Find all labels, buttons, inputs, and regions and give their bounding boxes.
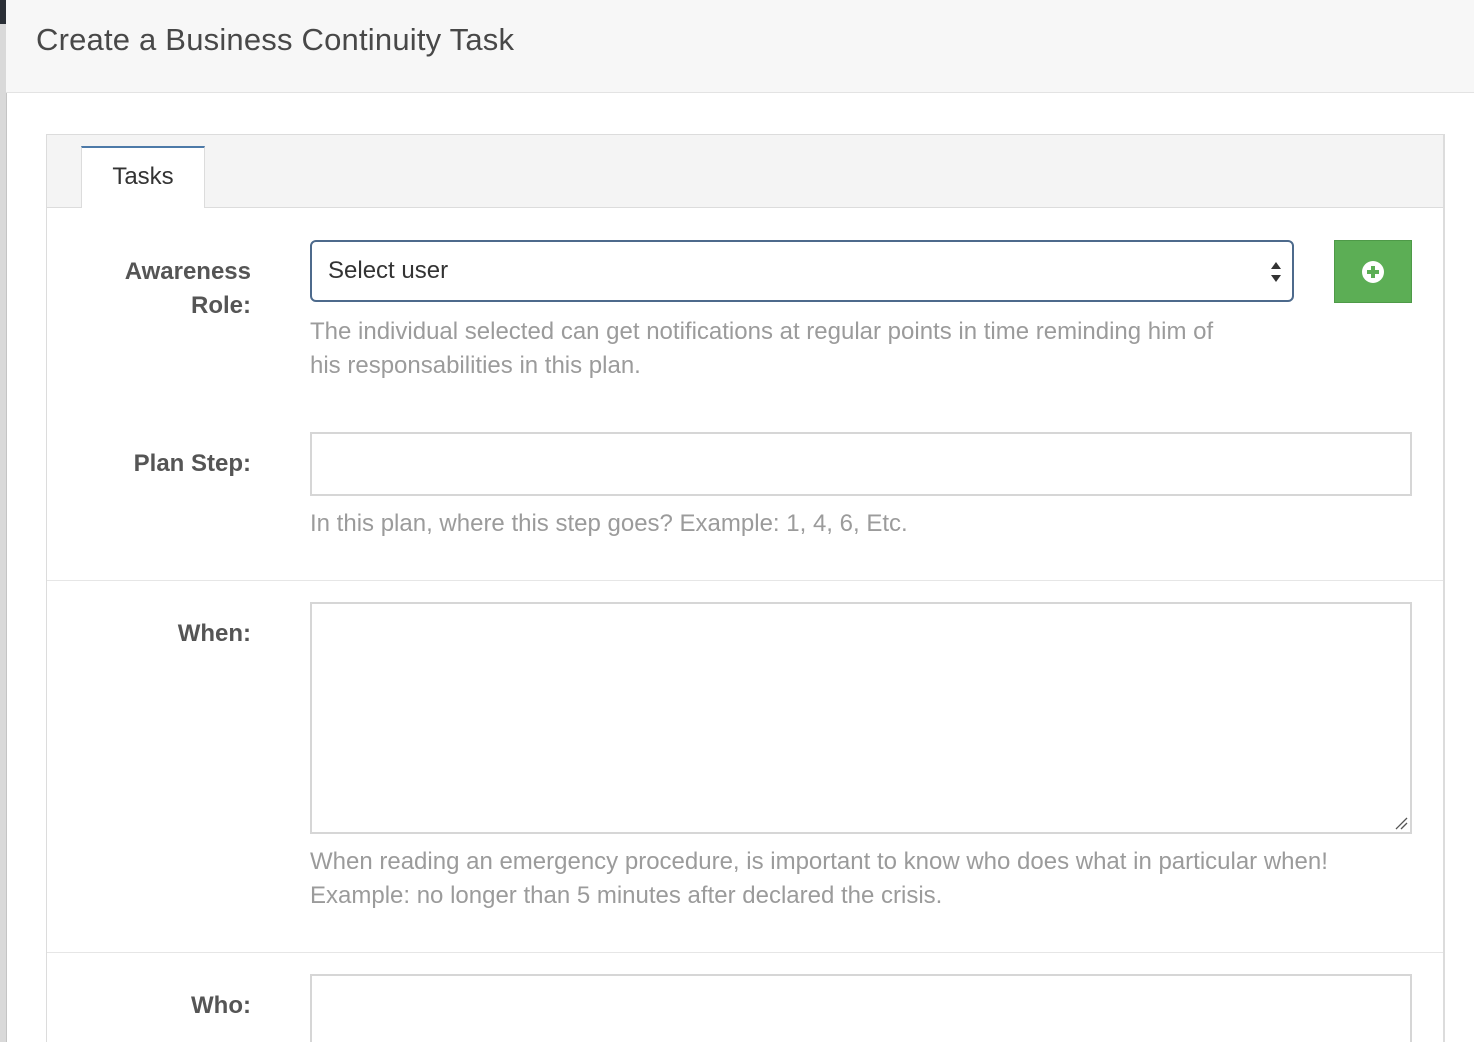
modal-header: Create a Business Continuity Task (6, 0, 1474, 93)
section-divider (47, 580, 1443, 581)
awareness-role-select-value: Select user (328, 257, 449, 284)
select-arrows-icon (1271, 262, 1281, 282)
page: Create a Business Continuity Task Tasks … (0, 0, 1474, 1042)
awareness-role-help: The individual selected can get notifica… (310, 315, 1400, 383)
plan-step-help: In this plan, where this step goes? Exam… (310, 510, 908, 537)
awareness-role-help-line1: The individual selected can get notifica… (310, 318, 1214, 345)
when-help: When reading an emergency procedure, is … (310, 845, 1400, 913)
resize-handle-icon[interactable] (1394, 816, 1408, 830)
plus-circle-icon (1362, 261, 1384, 283)
tasks-panel: Tasks Awareness Role: Select user The in… (46, 134, 1445, 1042)
awareness-role-label-line2: Role: (191, 292, 251, 319)
when-label: When: (177, 620, 251, 647)
awareness-role-label-line1: Awareness (124, 258, 251, 285)
awareness-role-label: Awareness Role: (125, 255, 251, 323)
tab-bar: Tasks (47, 135, 1443, 208)
section-divider (47, 952, 1443, 953)
when-textarea[interactable] (310, 602, 1412, 834)
who-textarea[interactable] (310, 974, 1412, 1042)
when-help-line1: When reading an emergency procedure, is … (310, 848, 1328, 875)
tab-tasks[interactable]: Tasks (81, 146, 205, 208)
plan-step-label: Plan Step: (133, 450, 251, 477)
modal-title: Create a Business Continuity Task (36, 22, 515, 57)
background-window-edge (0, 0, 7, 1042)
add-user-button[interactable] (1334, 240, 1412, 303)
plan-step-input[interactable] (310, 432, 1412, 496)
when-help-line2: Example: no longer than 5 minutes after … (310, 882, 943, 909)
awareness-role-select[interactable]: Select user (310, 240, 1294, 302)
awareness-role-help-line2: his responsabilities in this plan. (310, 352, 641, 379)
who-label: Who: (191, 992, 251, 1019)
